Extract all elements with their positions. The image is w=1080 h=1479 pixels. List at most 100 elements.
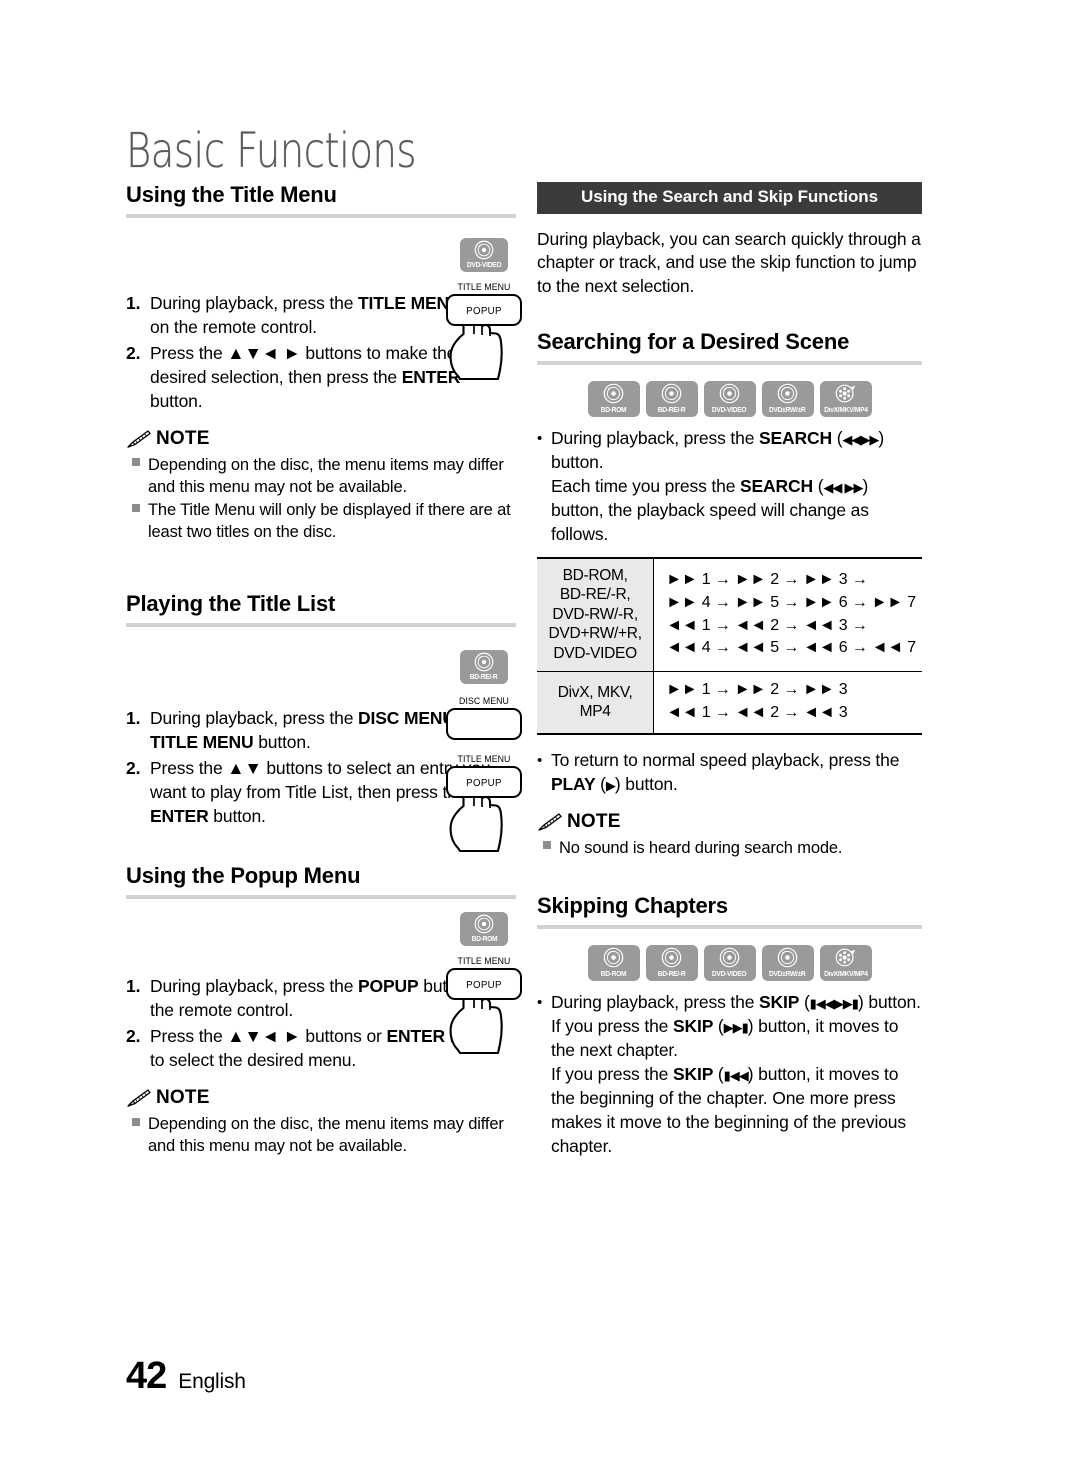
remote-button-text: POPUP: [466, 777, 502, 789]
heading-using-the-popup-menu: Using the Popup Menu: [126, 863, 361, 889]
badge-label: BD-RE/-R: [657, 407, 686, 415]
step-number: 1.: [126, 975, 141, 996]
title-list-remote-artwork: BD-RE/-R DISC MENU TITLE MENU POPUP: [430, 650, 538, 852]
table-cell-disc-types: DivX, MKV, MP4: [537, 671, 655, 734]
disc-badge-dvd-rw-r: DVD±RW/±R: [761, 381, 814, 418]
remote-button-text: POPUP: [466, 305, 502, 317]
heading-rule: [537, 924, 922, 929]
disc-icon: [603, 383, 624, 404]
section-searching-scene: Searching for a Desired Scene: [537, 329, 922, 366]
list-item: Depending on the disc, the menu items ma…: [126, 1113, 516, 1157]
table-row: DivX, MKV, MP4 ►► 1 → ►► 2 → ►► 3 ◄◄ 1 →…: [537, 671, 922, 734]
pencil-icon: [127, 1089, 151, 1108]
disc-icon: [661, 383, 682, 404]
film-reel-icon: [835, 384, 856, 403]
heading-rule: [537, 361, 922, 366]
disc-badge-bd-rom: BD-ROM: [460, 912, 508, 946]
note-label: NOTE: [156, 427, 210, 449]
disc-badge-divx-mkv-mp4: DivX/MKV/MP4: [819, 944, 872, 981]
note-label: NOTE: [567, 810, 621, 832]
list-item: • During playback, press the SKIP (▮◀◀▶▶…: [537, 991, 922, 1159]
pencil-icon: [538, 813, 562, 832]
table-cell-speeds: ►► 1 → ►► 2 → ►► 3 → ►► 4 → ►► 5 → ►► 6 …: [653, 557, 922, 673]
heading-playing-the-title-list: Playing the Title List: [126, 591, 336, 617]
disc-icon: [661, 947, 682, 968]
disc-icon: [603, 947, 624, 968]
badge-label: DivX/MKV/MP4: [823, 970, 868, 978]
bullet-text: To return to normal speed playback, pres…: [551, 749, 900, 794]
skipping-bullets: • During playback, press the SKIP (▮◀◀▶▶…: [537, 991, 922, 1159]
remote-button-popup[interactable]: POPUP: [446, 968, 522, 1000]
popup-menu-notes: Depending on the disc, the menu items ma…: [126, 1113, 516, 1157]
remote-button-text: POPUP: [466, 979, 502, 991]
remote-button-disc-menu[interactable]: [446, 708, 522, 740]
search-bullet-2: Each time you press the SEARCH (◀◀ ▶▶) b…: [551, 475, 869, 544]
remote-button-popup[interactable]: POPUP: [446, 294, 522, 326]
note-heading: NOTE: [126, 1087, 516, 1109]
film-reel-icon: [835, 948, 856, 967]
badge-label: BD-ROM: [600, 970, 627, 978]
bullet-square-icon: [537, 837, 559, 859]
disc-badge-bd-re-r: BD-RE/-R: [645, 944, 698, 981]
list-item: The Title Menu will only be displayed if…: [126, 499, 516, 543]
disc-icon: [719, 947, 740, 968]
disc-icon: [719, 383, 740, 404]
note-text: No sound is heard during search mode.: [559, 838, 843, 857]
step-number: 1.: [126, 292, 141, 313]
step-number: 2.: [126, 342, 141, 363]
searching-notes: No sound is heard during search mode.: [537, 837, 922, 859]
search-bullet-1: During playback, press the SEARCH (◀◀▶▶)…: [551, 428, 885, 472]
disc-badge-bd-re-r: BD-RE/-R: [645, 381, 698, 418]
heading-rule: [126, 213, 516, 218]
remote-button-label: TITLE MENU: [457, 754, 511, 765]
remote-button-label: DISC MENU: [459, 696, 509, 707]
disc-badge-bd-rom: BD-ROM: [587, 381, 640, 418]
searching-bullets: • During playback, press the SEARCH (◀◀▶…: [537, 427, 922, 547]
bullet-dot-icon: •: [537, 751, 543, 769]
bullet-square-icon: [126, 1113, 148, 1157]
playback-speed-table: BD-ROM, BD-RE/-R, DVD-RW/-R, DVD+RW/+R, …: [537, 556, 922, 735]
disc-badge-dvd-rw-r: DVD±RW/±R: [761, 944, 814, 981]
heading-skipping-chapters: Skipping Chapters: [537, 892, 728, 918]
badge-label: DVD-VIDEO: [466, 262, 502, 269]
list-item: No sound is heard during search mode.: [537, 837, 922, 859]
disc-icon: [474, 652, 494, 672]
disc-icon: [777, 383, 798, 404]
bullet-square-icon: [126, 454, 148, 498]
badge-label: DivX/MKV/MP4: [823, 407, 868, 415]
page-language: English: [178, 1370, 246, 1393]
badge-label: BD-ROM: [471, 936, 497, 943]
note-text: Depending on the disc, the menu items ma…: [148, 1114, 504, 1155]
right-column: Using the Search and Skip Functions Duri…: [537, 182, 922, 1161]
list-item: • During playback, press the SEARCH (◀◀▶…: [537, 427, 922, 547]
disc-badge-dvd-video: DVD-VIDEO: [703, 381, 756, 418]
badge-label: DVD-VIDEO: [712, 970, 747, 978]
heading-rule: [126, 894, 516, 899]
section-skipping-chapters: Skipping Chapters: [537, 893, 922, 929]
page-number: 42: [126, 1355, 167, 1397]
disc-badge-divx-mkv-mp4: DivX/MKV/MP4: [819, 381, 872, 418]
note-heading: NOTE: [537, 811, 922, 833]
section-title-menu: Using the Title Menu: [126, 182, 516, 218]
searching-disc-badges: BD-ROM BD-RE/-R DVD-VIDEO DVD±RW/±R DivX…: [537, 381, 922, 418]
badge-label: DVD±RW/±R: [769, 407, 806, 415]
heading-searching-for-a-desired-scene: Searching for a Desired Scene: [537, 329, 850, 355]
table-cell-speeds: ►► 1 → ►► 2 → ►► 3 ◄◄ 1 → ◄◄ 2 → ◄◄ 3: [653, 671, 922, 734]
manual-page: Basic Functions Using the Title Menu 1. …: [0, 0, 1080, 1479]
step-number: 2.: [126, 1025, 141, 1046]
bar-heading-search-and-skip: Using the Search and Skip Functions: [537, 182, 922, 214]
note-text: The Title Menu will only be displayed if…: [148, 501, 511, 542]
page-title: Basic Functions: [126, 122, 417, 179]
badge-label: BD-RE/-R: [657, 970, 686, 978]
remote-button-popup[interactable]: POPUP: [446, 766, 522, 798]
disc-badge-dvd-video: DVD-VIDEO: [460, 238, 508, 272]
disc-badge-bd-re-r: BD-RE/-R: [460, 650, 508, 684]
popup-menu-remote-artwork: BD-ROM TITLE MENU POPUP: [430, 912, 538, 1054]
step-number: 2.: [126, 758, 141, 779]
bullet-text: During playback, press the SKIP (▮◀◀▶▶▮)…: [551, 991, 921, 1156]
bullet-dot-icon: •: [537, 430, 543, 448]
section-popup-menu: Using the Popup Menu: [126, 863, 516, 899]
list-item: • To return to normal speed playback, pr…: [537, 749, 922, 797]
title-menu-remote-artwork: DVD-VIDEO TITLE MENU POPUP: [430, 238, 538, 380]
disc-icon: [474, 914, 494, 934]
